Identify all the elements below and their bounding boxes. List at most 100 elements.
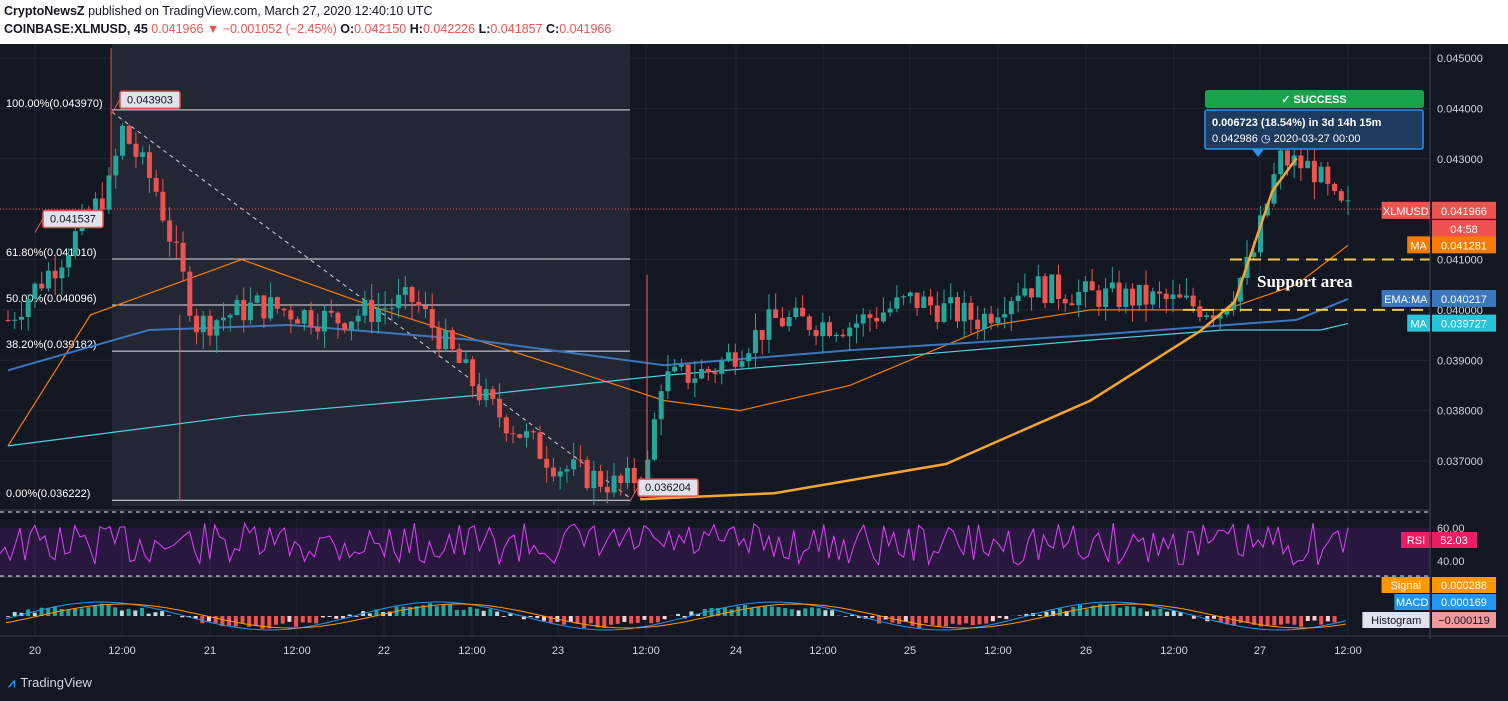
macd-histogram-bar [314, 616, 319, 624]
candle[interactable] [651, 412, 657, 462]
time-tick-label: 12:00 [984, 645, 1012, 657]
macd-histogram-bar [146, 613, 151, 616]
macd-histogram-bar [709, 607, 714, 616]
candle[interactable] [1042, 273, 1048, 309]
candle[interactable] [119, 123, 125, 160]
macd-histogram-bar [749, 607, 754, 616]
time-tick-label: 12:00 [632, 645, 660, 657]
price-change: −0.001052 (−2.45%) [222, 22, 337, 36]
macd-histogram-bar [756, 606, 761, 616]
macd-value: −0.000119 [1438, 615, 1490, 627]
candle[interactable] [584, 456, 590, 491]
macd-histogram-bar [166, 615, 171, 616]
macd-histogram-bar [1118, 607, 1123, 616]
success-badge: ✓ SUCCESS [1281, 94, 1346, 106]
macd-histogram-bar [1212, 616, 1216, 619]
published-text: published on TradingView.com, March 27, … [88, 4, 433, 18]
macd-histogram-bar [923, 616, 928, 623]
macd-histogram-bar [1004, 616, 1009, 620]
macd-histogram-bar [977, 616, 982, 625]
macd-histogram-bar [930, 616, 935, 626]
candle[interactable] [449, 327, 455, 353]
macd-histogram-bar [615, 616, 620, 624]
macd-histogram-bar [66, 609, 71, 616]
success-box[interactable]: ✓ SUCCESS 0.006723 (18.54%) in 3d 14h 15… [1204, 90, 1424, 157]
macd-histogram-bar [676, 613, 680, 616]
macd-histogram-bar [810, 607, 814, 616]
price-tick-label: 0.037000 [1437, 456, 1483, 468]
time-tick-label: 25 [904, 645, 916, 657]
macd-histogram-bar [763, 606, 768, 616]
price-tick-label: 0.038000 [1437, 406, 1483, 418]
macd-histogram-bar [119, 610, 124, 616]
macd-histogram-bar [240, 616, 245, 623]
macd-histogram-bar [1145, 611, 1149, 616]
macd-histogram-bar [662, 616, 667, 620]
macd-histogram-bar [588, 616, 593, 624]
price-chart[interactable]: 60.0040.00RSI 52.03 Signal 0.000288MACD 0.0… [0, 44, 1508, 665]
macd-histogram-bar [73, 608, 77, 616]
macd-histogram-bar [59, 609, 64, 616]
candle[interactable] [187, 265, 193, 323]
candle[interactable] [1049, 274, 1055, 304]
macd-histogram-bar [917, 616, 922, 628]
footer: ⩘ TradingView [0, 665, 1508, 701]
tradingview-logo[interactable]: ⩘ TradingView [8, 675, 97, 691]
macd-histogram-bar [877, 616, 881, 624]
symbol-label[interactable]: COINBASE:XLMUSD, 45 [4, 22, 148, 36]
macd-histogram-bar [783, 608, 788, 616]
open-value: 0.042150 [354, 22, 407, 36]
macd-name: Signal [1391, 580, 1422, 592]
macd-histogram-bar [535, 616, 540, 619]
macd-histogram-bar [964, 616, 969, 624]
rsi-tick-label: 40.00 [1437, 556, 1465, 568]
price-tick-label: 0.039000 [1437, 355, 1483, 367]
price-tick-label: 0.041000 [1437, 255, 1483, 267]
macd-histogram-bar [287, 616, 292, 622]
macd-histogram-bar [32, 612, 37, 616]
tradingview-logo-text: TradingView [20, 675, 92, 690]
macd-histogram-bar [140, 607, 144, 616]
macd-histogram-bar [1292, 616, 1297, 625]
macd-histogram-bar [253, 616, 258, 626]
macd-histogram-bar [1124, 606, 1129, 616]
macd-histogram-bar [367, 613, 372, 616]
macd-histogram-bar [1151, 609, 1156, 616]
macd-histogram-bar [1232, 616, 1237, 626]
macd-histogram-bar [655, 616, 660, 623]
macd-histogram-bar [93, 605, 98, 616]
time-tick-label: 21 [204, 645, 216, 657]
open-label: O: [340, 22, 355, 36]
candle[interactable] [126, 124, 132, 145]
macd-histogram-bar [475, 608, 479, 616]
macd-histogram-bar [468, 607, 473, 616]
macd-histogram-bar [1272, 616, 1277, 626]
time-tick-label: 12:00 [1334, 645, 1362, 657]
indicator-value: 04:58 [1450, 224, 1478, 236]
macd-histogram-bar [997, 616, 1002, 618]
macd-histogram-bar [582, 616, 587, 628]
time-tick-label: 23 [552, 645, 564, 657]
macd-histogram-bar [1104, 604, 1109, 616]
macd-histogram-bar [1325, 616, 1330, 622]
indicator-name: MA [1410, 319, 1427, 331]
publisher-name[interactable]: CryptoNewsZ [4, 4, 85, 18]
macd-histogram-bar [441, 605, 446, 616]
macd-histogram-bar [1111, 604, 1116, 616]
macd-histogram-bar [1138, 608, 1143, 616]
fib-level-label: 0.00%(0.036222) [6, 488, 90, 500]
fib-level-label: 61.80%(0.041010) [6, 247, 97, 259]
high-label: H: [409, 22, 423, 36]
price-tick-label: 0.043000 [1437, 154, 1483, 166]
rsi-name: RSI [1407, 535, 1425, 547]
macd-histogram-bar [1017, 615, 1022, 616]
price-tag-label: 0.043903 [127, 94, 173, 106]
macd-histogram-bar [488, 609, 493, 616]
macd-histogram-bar [1332, 616, 1337, 623]
macd-histogram-bar [910, 616, 915, 626]
macd-value: 0.000288 [1441, 580, 1487, 592]
macd-histogram-bar [870, 616, 875, 618]
macd-histogram-bar [528, 616, 533, 617]
macd-histogram-bar [970, 616, 975, 626]
macd-histogram-bar [1078, 605, 1082, 616]
